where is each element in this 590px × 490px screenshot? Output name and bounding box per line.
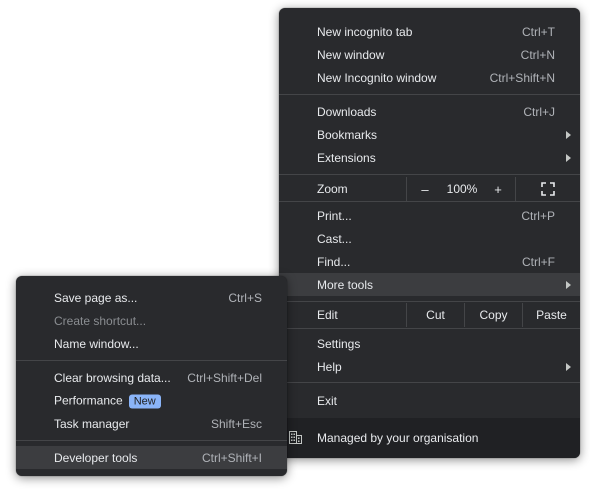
submenu-arrow-icon [566, 280, 571, 289]
building-icon [289, 431, 302, 444]
menu-item-help[interactable]: Help [279, 355, 580, 378]
menu-item-label: New Incognito window [317, 70, 437, 85]
menu-item-shortcut: Shift+Esc [210, 416, 262, 431]
more-tools-submenu: Save page as... Ctrl+S Create shortcut..… [16, 276, 287, 476]
submenu-item-create-shortcut[interactable]: Create shortcut... [16, 309, 287, 332]
menu-item-label: New incognito tab [317, 24, 413, 39]
submenu-item-task-manager[interactable]: Task manager Shift+Esc [16, 412, 287, 435]
menu-item-label: Help [317, 359, 342, 374]
new-badge: New [128, 394, 161, 408]
submenu-arrow-icon [566, 153, 571, 162]
menu-item-find[interactable]: Find... Ctrl+F [279, 250, 580, 273]
copy-button[interactable]: Copy [465, 303, 522, 327]
menu-separator [279, 328, 580, 329]
menu-item-label: Bookmarks [317, 127, 378, 142]
cut-button[interactable]: Cut [407, 303, 464, 327]
menu-item-label: Save page as... [54, 290, 138, 305]
menu-item-new-incognito-tab[interactable]: New incognito tab Ctrl+T [279, 20, 580, 43]
menu-item-shortcut: Ctrl+Shift+N [489, 70, 555, 85]
menu-item-shortcut: Ctrl+Shift+Del [187, 370, 262, 385]
menu-separator [279, 201, 580, 202]
edit-label: Edit [317, 308, 338, 322]
paste-button[interactable]: Paste [523, 303, 580, 327]
menu-item-label: Performance [54, 393, 123, 407]
zoom-divider [515, 177, 516, 201]
menu-item-shortcut: Ctrl+F [522, 254, 555, 269]
zoom-row: Zoom – 100% + [279, 177, 580, 201]
menu-separator [16, 440, 287, 441]
menu-separator [279, 382, 580, 383]
menu-item-label: Settings [317, 336, 361, 351]
menu-item-label: Exit [317, 393, 338, 408]
menu-separator [279, 174, 580, 175]
submenu-item-developer-tools[interactable]: Developer tools Ctrl+Shift+I [16, 446, 287, 469]
menu-item-label: Cast... [317, 231, 352, 246]
menu-separator [16, 360, 287, 361]
submenu-item-performance[interactable]: Performance New [16, 389, 287, 412]
menu-item-downloads[interactable]: Downloads Ctrl+J [279, 100, 580, 123]
menu-item-more-tools[interactable]: More tools [279, 273, 580, 296]
zoom-divider [406, 177, 407, 201]
menu-item-label: Downloads [317, 104, 377, 119]
chrome-main-menu: New incognito tab Ctrl+T New window Ctrl… [279, 8, 580, 458]
submenu-arrow-icon [566, 130, 571, 139]
menu-item-shortcut: Ctrl+T [522, 24, 555, 39]
menu-item-label: Create shortcut... [54, 313, 147, 328]
submenu-arrow-icon [566, 362, 571, 371]
menu-item-extensions[interactable]: Extensions [279, 146, 580, 169]
menu-item-exit[interactable]: Exit [279, 389, 580, 412]
menu-item-shortcut: Ctrl+N [520, 47, 555, 62]
menu-item-label: Extensions [317, 150, 376, 165]
menu-item-settings[interactable]: Settings [279, 332, 580, 355]
menu-item-label: Print... [317, 208, 352, 223]
zoom-label: Zoom [317, 182, 348, 196]
menu-item-print[interactable]: Print... Ctrl+P [279, 204, 580, 227]
menu-item-cast[interactable]: Cast... [279, 227, 580, 250]
fullscreen-icon[interactable] [541, 182, 555, 196]
menu-item-shortcut: Ctrl+P [521, 208, 555, 223]
menu-separator [279, 94, 580, 95]
menu-item-shortcut: Ctrl+Shift+I [201, 450, 262, 465]
menu-item-label: Find... [317, 254, 351, 269]
submenu-item-save-page-as[interactable]: Save page as... Ctrl+S [16, 286, 287, 309]
menu-item-new-incognito-window[interactable]: New Incognito window Ctrl+Shift+N [279, 66, 580, 89]
menu-item-label: Name window... [54, 336, 139, 351]
menu-item-label: Developer tools [54, 450, 138, 465]
menu-separator [279, 301, 580, 302]
managed-label: Managed by your organisation [317, 431, 479, 445]
submenu-item-clear-browsing-data[interactable]: Clear browsing data... Ctrl+Shift+Del [16, 366, 287, 389]
menu-item-new-window[interactable]: New window Ctrl+N [279, 43, 580, 66]
zoom-out-button[interactable]: – [414, 177, 436, 201]
menu-item-label: More tools [317, 277, 374, 292]
menu-item-shortcut: Ctrl+J [523, 104, 555, 119]
edit-row: Edit Cut Copy Paste [279, 303, 580, 327]
menu-item-shortcut: Ctrl+S [228, 290, 262, 305]
menu-item-label-group: Performance New [54, 393, 161, 408]
managed-by-organisation[interactable]: Managed by your organisation [279, 418, 580, 458]
zoom-in-button[interactable]: + [487, 177, 509, 201]
submenu-item-name-window[interactable]: Name window... [16, 332, 287, 355]
menu-item-label: New window [317, 47, 385, 62]
zoom-level: 100% [446, 182, 478, 196]
menu-item-label: Clear browsing data... [54, 370, 171, 385]
menu-item-label: Task manager [54, 416, 130, 431]
menu-item-bookmarks[interactable]: Bookmarks [279, 123, 580, 146]
